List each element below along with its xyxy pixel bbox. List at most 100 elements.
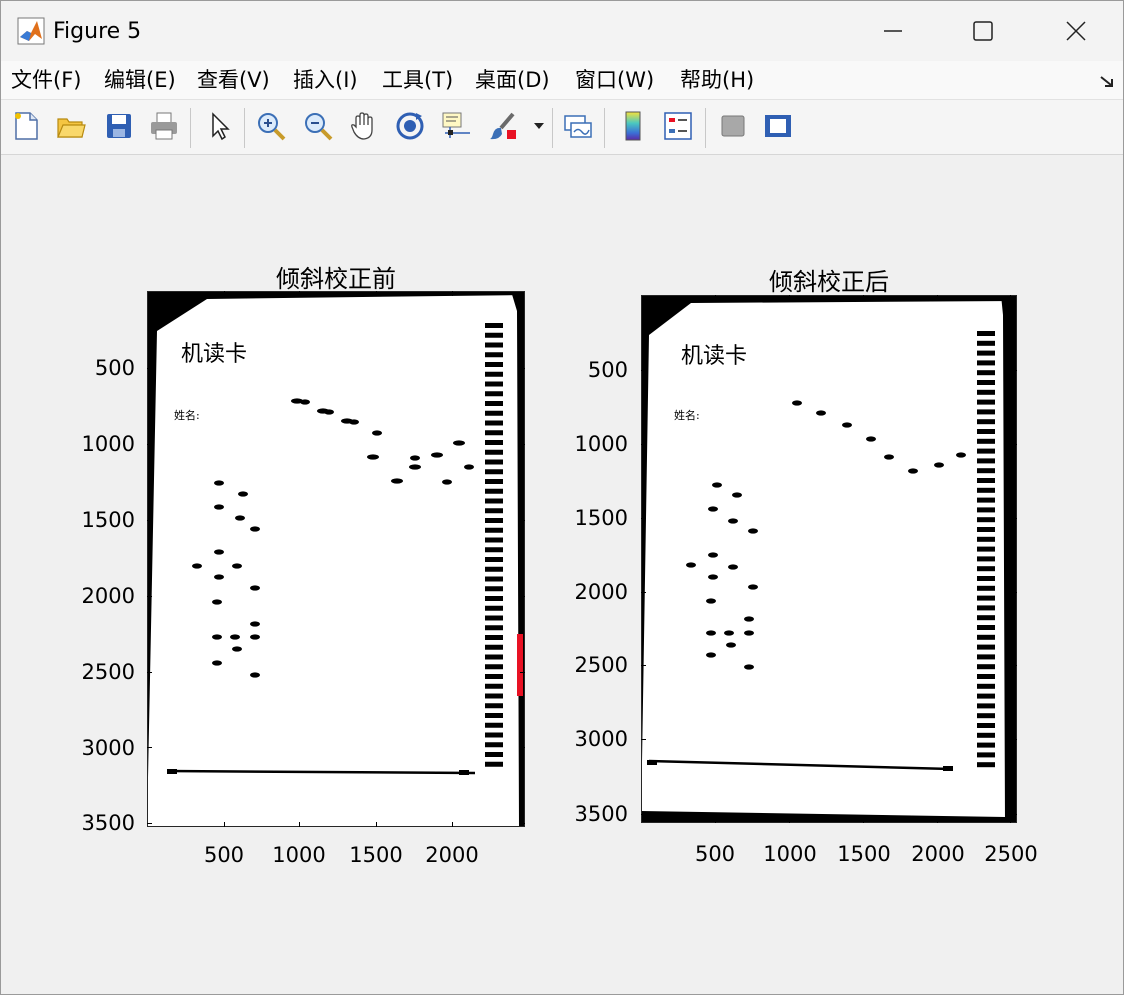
ytick-label: 2000	[574, 580, 628, 604]
data-cursor-icon	[442, 112, 470, 138]
card-label: 机读卡	[181, 342, 247, 367]
answer-bubble	[884, 454, 894, 460]
timing-mark	[485, 761, 503, 767]
zoom-in-button[interactable]	[253, 108, 289, 144]
y-tick-mark	[641, 592, 646, 593]
timing-mark	[977, 380, 995, 385]
maximize-button[interactable]	[943, 7, 1023, 55]
red-marker	[517, 634, 523, 696]
menu-insert[interactable]: 插入(I)	[293, 65, 358, 95]
image-axes-after[interactable]: 机读卡 姓名:	[641, 295, 1017, 823]
axes-title-before: 倾斜校正前	[276, 265, 396, 293]
timing-mark	[977, 331, 995, 336]
menu-window[interactable]: 窗口(W)	[575, 65, 654, 95]
print-button[interactable]	[146, 108, 182, 144]
y-tick-mark	[1012, 665, 1017, 666]
x-tick-mark	[863, 295, 864, 300]
x-tick-mark	[789, 818, 790, 823]
timing-mark	[977, 370, 995, 376]
zoom-out-button[interactable]	[300, 108, 336, 144]
answer-bubble	[391, 478, 403, 484]
hide-plot-tools-button[interactable]	[715, 108, 751, 144]
timing-mark	[485, 323, 503, 328]
open-file-button[interactable]	[53, 108, 89, 144]
colorbar-button[interactable]	[615, 108, 651, 144]
dock-arrow-icon[interactable]	[1097, 71, 1117, 91]
ytick-label: 2000	[81, 584, 135, 608]
timing-mark	[977, 556, 995, 562]
pan-button[interactable]	[346, 108, 382, 144]
timing-mark	[485, 479, 503, 484]
image-axes-before[interactable]: 机读卡 姓名:	[147, 291, 525, 827]
brush-dropdown-button[interactable]	[529, 108, 549, 144]
answer-bubble	[341, 418, 353, 424]
x-tick-mark	[937, 818, 938, 823]
timing-mark	[977, 595, 995, 601]
answer-bubble	[816, 410, 826, 416]
answer-bubble	[708, 506, 718, 512]
menu-view[interactable]: 查看(V)	[197, 65, 270, 95]
answer-bubble	[250, 672, 260, 678]
title-bar[interactable]: Figure 5	[1, 1, 1123, 61]
link-plot-icon	[564, 115, 592, 138]
y-tick-mark	[520, 747, 525, 748]
answer-bubble	[728, 518, 738, 524]
toolbar-separator	[705, 108, 706, 148]
legend-icon	[664, 112, 692, 140]
axes-background	[147, 291, 525, 827]
timing-mark	[485, 683, 503, 689]
data-cursor-button[interactable]	[438, 108, 474, 144]
menu-edit[interactable]: 编辑(E)	[104, 65, 176, 95]
timing-mark	[485, 469, 503, 475]
x-tick-mark	[715, 295, 716, 300]
show-plot-tools-button[interactable]	[760, 108, 796, 144]
timing-mark	[977, 340, 995, 346]
timing-mark	[977, 674, 995, 679]
ytick-label: 3000	[81, 736, 135, 760]
legend-button[interactable]	[660, 108, 696, 144]
menu-desktop[interactable]: 桌面(D)	[475, 65, 550, 95]
timing-mark	[485, 596, 503, 601]
close-button[interactable]	[1036, 7, 1116, 55]
x-tick-mark	[452, 822, 453, 827]
timing-mark	[485, 615, 503, 621]
link-plot-button[interactable]	[560, 108, 596, 144]
y-tick-mark	[1012, 444, 1017, 445]
xtick-label: 1500	[837, 842, 891, 866]
new-figure-button[interactable]	[8, 108, 44, 144]
timing-mark	[485, 518, 503, 523]
answer-bubble	[250, 621, 260, 627]
answer-bubble	[724, 630, 734, 636]
timing-mark	[977, 644, 995, 650]
y-tick-mark	[147, 520, 152, 521]
bottom-mark	[943, 766, 953, 771]
rotate-3d-button[interactable]	[392, 108, 428, 144]
answer-bubble	[235, 515, 245, 521]
answer-bubble	[291, 398, 303, 404]
answer-bubble	[744, 630, 754, 636]
save-button[interactable]	[101, 108, 137, 144]
answer-bubble	[708, 574, 718, 580]
menu-tools[interactable]: 工具(T)	[382, 65, 453, 95]
answer-bubble	[792, 400, 802, 406]
x-tick-mark	[299, 822, 300, 827]
minimize-button[interactable]	[853, 7, 933, 55]
timing-mark	[485, 654, 503, 660]
menu-help[interactable]: 帮助(H)	[680, 65, 754, 95]
timing-mark	[977, 546, 995, 552]
y-tick-mark	[147, 823, 152, 824]
brush-button[interactable]	[485, 108, 521, 144]
xtick-label: 2000	[425, 843, 479, 867]
timing-mark	[485, 401, 503, 406]
timing-mark	[977, 693, 995, 699]
timing-mark	[977, 389, 995, 395]
timing-mark	[977, 703, 995, 709]
answer-bubble	[230, 634, 240, 640]
answer-bubble	[410, 455, 420, 461]
toolbar	[1, 99, 1123, 155]
timing-mark	[485, 605, 503, 611]
name-label: 姓名:	[674, 408, 700, 422]
answer-bubble	[726, 642, 736, 648]
select-arrow-button[interactable]	[201, 108, 237, 144]
menu-file[interactable]: 文件(F)	[11, 65, 81, 95]
